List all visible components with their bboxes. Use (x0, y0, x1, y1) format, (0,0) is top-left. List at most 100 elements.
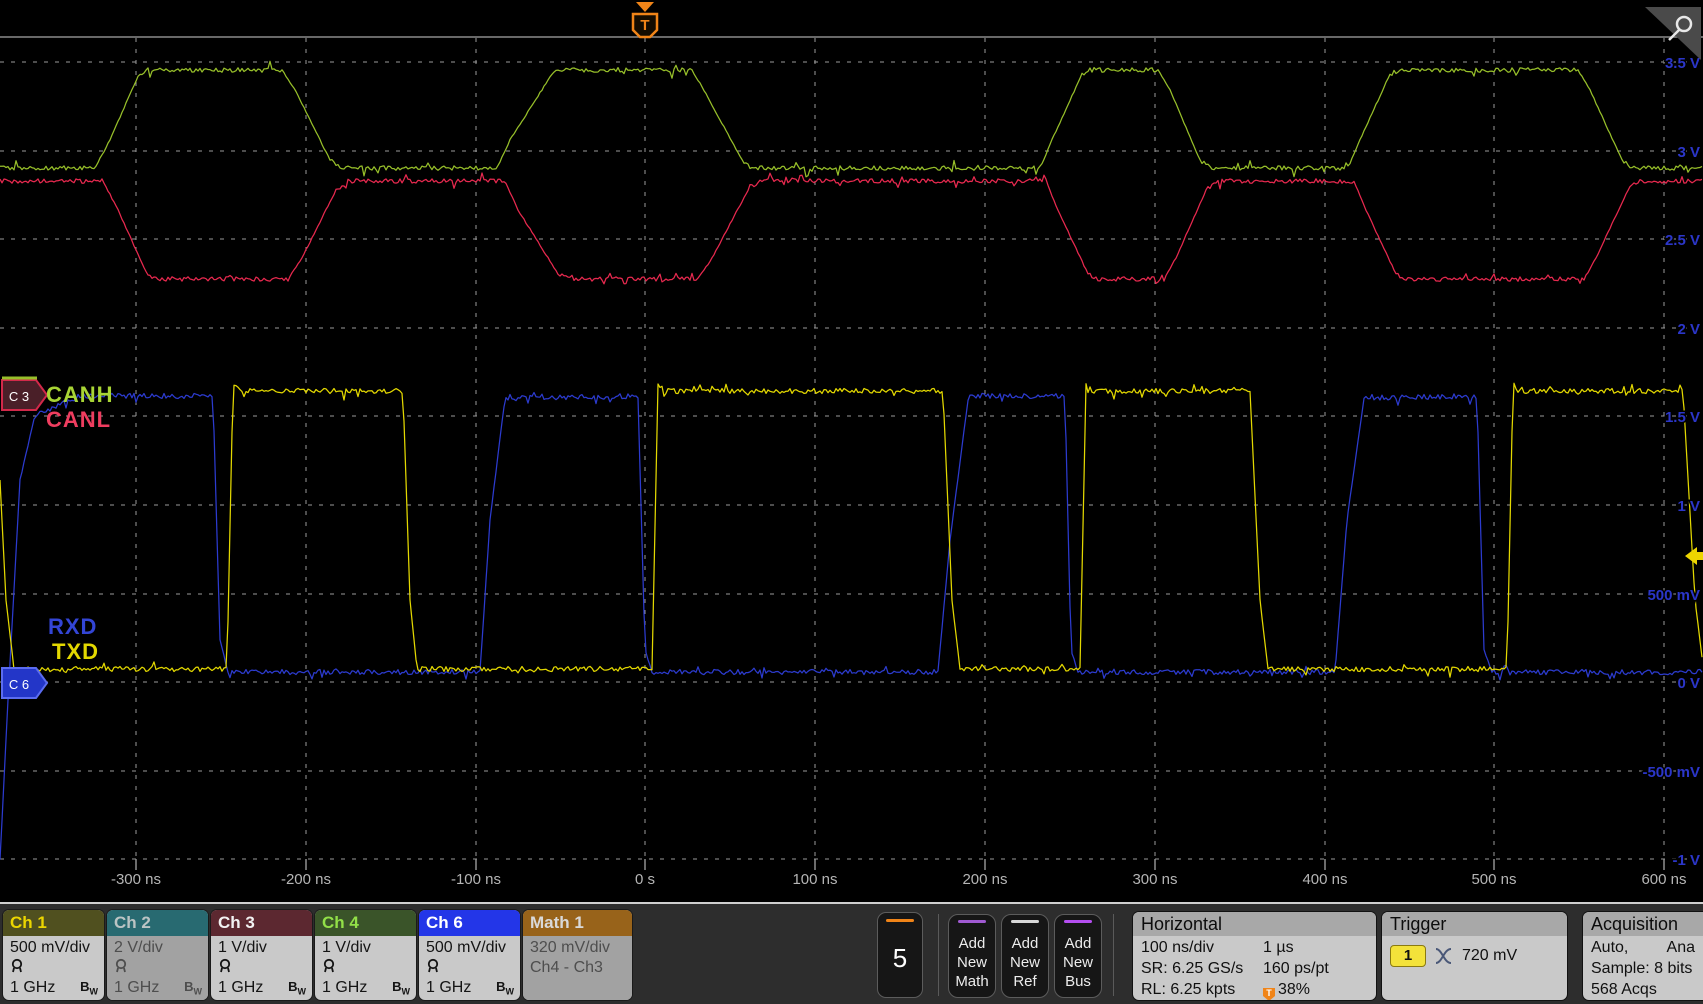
trigger-position: T38% (1263, 979, 1310, 1000)
waveforms (0, 61, 1702, 859)
channel-badge-settings: 2 V/div1 GHzBW (107, 936, 208, 1000)
horizontal-scale: 100 ns/div (1141, 937, 1263, 958)
button-accent-line (1011, 920, 1039, 923)
voltage-tick-label: -1 V (1672, 852, 1700, 869)
channel-badge-ch1[interactable]: Ch 1500 mV/div1 GHzBW (3, 910, 104, 1000)
waveform-count-button[interactable]: 5 (877, 912, 923, 998)
add-new-ref-button[interactable]: AddNewRef (1001, 914, 1049, 998)
channel-scale: 500 mV/div (426, 938, 514, 958)
channel-badge-label: Math 1 (523, 910, 632, 936)
channel-badge-ch3[interactable]: Ch 31 V/div1 GHzBW (211, 910, 312, 1000)
voltage-tick-label: 0 V (1677, 675, 1700, 692)
channel-bandwidth: 1 GHz (114, 979, 159, 997)
time-tick-label: 500 ns (1471, 871, 1516, 888)
time-tick-label: -200 ns (281, 871, 331, 888)
acquisition-count: 568 Acqs (1591, 979, 1695, 1000)
channel-bandwidth: 1 GHz (218, 979, 263, 997)
button-accent-line (1064, 920, 1092, 923)
channel-bandwidth: 1 GHz (426, 979, 471, 997)
voltage-tick-label: 500 mV (1647, 587, 1700, 604)
channel-scale: 1 V/div (322, 938, 410, 958)
channel-badge-settings: 1 V/div 1 GHz BW (211, 936, 312, 1000)
edge-trigger-icon (1434, 947, 1454, 965)
voltage-tick-label: 1.5 V (1665, 409, 1700, 426)
voltage-tick-label: 2.5 V (1665, 232, 1700, 249)
trace-rxd (0, 393, 1702, 860)
channel-badge-math1[interactable]: Math 1320 mV/divCh4 - Ch3 (523, 910, 632, 1000)
trace-txd (0, 383, 1702, 677)
button-accent-line (958, 920, 986, 923)
channel-bandwidth: 1 GHz (322, 979, 367, 997)
svg-text:C 6: C 6 (9, 677, 29, 692)
bandwidth-limit-icon: BW (392, 979, 410, 997)
trigger-panel[interactable]: Trigger 1 720 mV (1382, 912, 1567, 1000)
time-tick-label: 300 ns (1132, 871, 1177, 888)
channel-marker-c3[interactable]: C 3 (2, 378, 47, 410)
voltage-tick-label: 1 V (1677, 498, 1700, 515)
trigger-level-arrow[interactable] (1685, 547, 1703, 565)
channel-badge-label: Ch 6 (419, 910, 520, 936)
channel-scale: 1 V/div (218, 938, 306, 958)
add-new-math-button[interactable]: AddNewMath (948, 914, 996, 998)
bandwidth-limit-icon: BW (288, 979, 306, 997)
add-new-bus-button[interactable]: AddNewBus (1054, 914, 1102, 998)
resolution: 160 ps/pt (1263, 958, 1329, 979)
voltage-tick-label: 3.5 V (1665, 55, 1700, 72)
probe-icon (218, 958, 306, 976)
channel-badge-label: Ch 1 (3, 910, 104, 936)
count-accent-line (886, 919, 914, 922)
trigger-position-marker[interactable]: T (633, 2, 657, 37)
oscilloscope-screen: -300 ns-200 ns-100 ns0 s100 ns200 ns300 … (0, 0, 1703, 1004)
channel-scale: 2 V/div (114, 938, 202, 958)
acquisition-sample: Sample: 8 bits (1591, 958, 1695, 979)
acquisition-mode: Auto, (1591, 937, 1628, 958)
svg-text:C 3: C 3 (9, 389, 29, 404)
zoom-corner-button[interactable] (1645, 7, 1701, 60)
time-tick-label: 100 ns (792, 871, 837, 888)
trigger-level: 720 mV (1462, 947, 1517, 965)
bandwidth-limit-icon: BW (80, 979, 98, 997)
time-tick-label: -100 ns (451, 871, 501, 888)
channel-badge-ch4[interactable]: Ch 41 V/div 1 GHz BW (315, 910, 416, 1000)
sample-rate: SR: 6.25 GS/s (1141, 958, 1263, 979)
waveform-count: 5 (878, 943, 922, 974)
voltage-axis-labels: 3.5 V 3 V 2.5 V 2 V 1.5 V 1 V 500 mV 0 V -500 mV… (1642, 55, 1700, 869)
time-tick-label: -300 ns (111, 871, 161, 888)
channel-badge-label: Ch 2 (107, 910, 208, 936)
channel-badge-settings: 500 mV/div 1 GHz BW (419, 936, 520, 1000)
channel-badge-ch2[interactable]: Ch 22 V/div1 GHzBW (107, 910, 208, 1000)
channel-scale: 500 mV/div (10, 938, 98, 958)
channel-badge-label: Ch 4 (315, 910, 416, 936)
settings-bar: Ch 1500 mV/div1 GHzBWCh 22 V/div1 GHzBWC… (0, 902, 1703, 1004)
channel-marker-c6[interactable]: C 6 (2, 668, 47, 698)
acquisition-panel-title: Acquisition (1583, 912, 1703, 936)
probe-icon (322, 958, 410, 976)
voltage-tick-label: -500 mV (1642, 764, 1700, 781)
svg-text:T: T (640, 17, 649, 34)
voltage-tick-label: 2 V (1677, 321, 1700, 338)
channel-scale: 320 mV/div (530, 938, 626, 958)
time-tick-label: 600 ns (1641, 871, 1686, 888)
math-source: Ch4 - Ch3 (530, 958, 626, 978)
channel-badge-settings: 320 mV/divCh4 - Ch3 (523, 936, 632, 1000)
time-tick-label: 200 ns (962, 871, 1007, 888)
trigger-source-badge: 1 (1390, 945, 1426, 967)
channel-badge-settings: 1 V/div 1 GHz BW (315, 936, 416, 1000)
probe-icon (114, 958, 202, 976)
horizontal-panel-title: Horizontal (1133, 912, 1376, 936)
grid (0, 37, 1703, 870)
voltage-tick-label: 3 V (1677, 144, 1700, 161)
trace-canh (0, 61, 1702, 177)
divider (938, 914, 939, 996)
horizontal-window: 1 µs (1263, 937, 1294, 958)
waveform-graticule: -300 ns-200 ns-100 ns0 s100 ns200 ns300 … (0, 0, 1703, 902)
time-axis-labels: -300 ns-200 ns-100 ns0 s100 ns200 ns300 … (111, 871, 1687, 888)
horizontal-panel[interactable]: Horizontal 100 ns/div 1 µs SR: 6.25 GS/s… (1133, 912, 1376, 1000)
bandwidth-limit-icon: BW (496, 979, 514, 997)
acquisition-mode2: Ana (1667, 937, 1695, 958)
channel-badge-ch6[interactable]: Ch 6500 mV/div 1 GHz BW (419, 910, 520, 1000)
divider (1113, 914, 1114, 996)
time-tick-label: 400 ns (1302, 871, 1347, 888)
acquisition-panel[interactable]: Acquisition Auto, Ana Sample: 8 bits 568… (1583, 912, 1703, 1000)
trigger-panel-title: Trigger (1382, 912, 1567, 936)
